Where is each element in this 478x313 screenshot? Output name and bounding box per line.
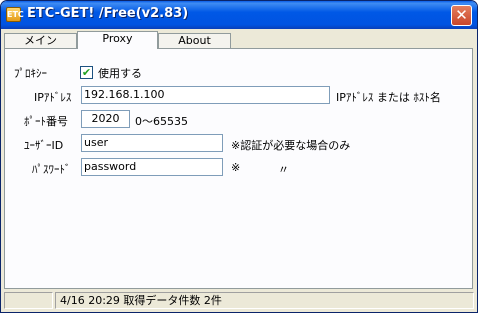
port-input[interactable]: 2020 [81,110,130,128]
password-hint-mark: ※ [231,161,241,174]
tab-proxy[interactable]: Proxy [77,31,158,49]
use-proxy-checkbox[interactable]: ✔ [80,66,93,79]
tab-strip: メイン Proxy About [4,31,474,49]
close-button[interactable]: ✕ [451,5,472,26]
port-label: ﾎﾟｰﾄ番号 [24,115,68,128]
use-proxy-label[interactable]: 使用する [98,65,142,81]
port-hint: 0～65535 [135,115,188,128]
app-window: ETC ETC-GET! /Free(v2.83) ✕ メイン Proxy Ab… [0,0,478,313]
proxy-label: ﾌﾟﾛｷｼｰ [14,67,47,80]
ip-address-hint: IPｱﾄﾞﾚｽ または ﾎｽﾄ名 [336,91,441,104]
status-pane-empty [4,292,53,309]
app-icon: ETC [6,7,24,22]
password-label: ﾊﾟｽﾜｰﾄﾞ [32,163,71,176]
tab-main[interactable]: メイン [4,33,77,48]
status-pane-info: 4/16 20:29 取得データ件数 2件 [55,292,474,309]
window-title: ETC-GET! /Free(v2.83) [27,6,189,21]
user-id-label: ﾕｰｻﾞｰID [24,139,64,152]
ip-address-label: IPｱﾄﾞﾚｽ [34,91,72,104]
password-hint-ditto: 〃 [278,163,289,176]
user-id-hint: ※認証が必要な場合のみ [231,139,351,152]
password-input[interactable]: password [81,158,223,176]
status-bar: 4/16 20:29 取得データ件数 2件 [4,292,474,309]
title-bar[interactable]: ETC ETC-GET! /Free(v2.83) ✕ [1,1,477,29]
tab-about[interactable]: About [158,33,231,48]
proxy-panel: ﾌﾟﾛｷｼｰ ✔ 使用する IPｱﾄﾞﾚｽ 192.168.1.100 IPｱﾄ… [4,48,473,289]
user-id-input[interactable]: user [81,134,223,152]
close-icon: ✕ [455,6,468,24]
ip-address-input[interactable]: 192.168.1.100 [81,86,330,104]
